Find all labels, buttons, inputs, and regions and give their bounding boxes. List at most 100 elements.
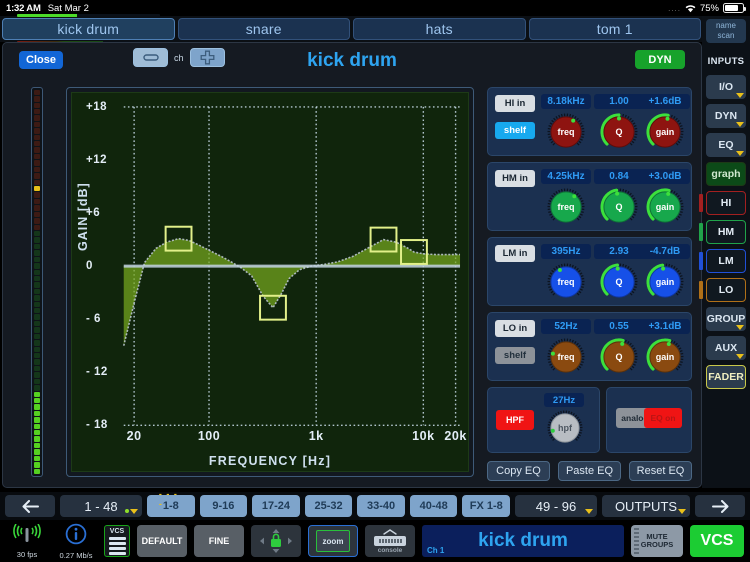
paste-eq-button[interactable]: Paste EQ bbox=[558, 461, 621, 481]
meter-segment bbox=[34, 436, 40, 442]
nav-back-button[interactable] bbox=[5, 495, 55, 517]
zoom-button[interactable]: zoom bbox=[308, 525, 358, 557]
meter-segment bbox=[34, 359, 40, 365]
bank-button-40-48[interactable]: 40-48 bbox=[409, 495, 458, 517]
sidebar-item-lo[interactable]: LO bbox=[706, 278, 746, 302]
sidebar-item-eq[interactable]: EQ bbox=[706, 133, 746, 157]
band-hi-gain-knob[interactable]: gain bbox=[645, 112, 685, 152]
band-lm-q-knob[interactable]: Q bbox=[599, 262, 639, 302]
sidebar-item-i-o[interactable]: I/O bbox=[706, 75, 746, 99]
band-lm-gain-knob-label: gain bbox=[655, 277, 675, 287]
hpf-button[interactable]: HPF bbox=[496, 410, 534, 430]
default-button[interactable]: DEFAULT bbox=[137, 525, 187, 557]
meter-segment bbox=[34, 462, 40, 468]
band-shelf-button-lo[interactable]: shelf bbox=[495, 347, 535, 364]
sidebar-item-dyn[interactable]: DYN bbox=[706, 104, 746, 128]
band-hm-freq-knob[interactable]: freq bbox=[546, 187, 586, 227]
sidebar-row: FADER bbox=[706, 365, 746, 389]
graph-y-tick: +12 bbox=[86, 153, 108, 166]
range-1-48-button[interactable]: 1 - 48 bbox=[60, 495, 142, 517]
eq-graph[interactable]: GAIN [dB] +18 +12 +6 0- 6- 12- 18 20 100 1k 10… bbox=[71, 92, 469, 472]
copy-eq-button[interactable]: Copy EQ bbox=[487, 461, 550, 481]
band-hm-gain-knob[interactable]: gain bbox=[645, 187, 685, 227]
range-49-96-button[interactable]: 49 - 96 bbox=[515, 495, 597, 517]
sidebar-band-marker bbox=[699, 194, 703, 212]
sidebar-band-marker bbox=[699, 223, 703, 241]
band-in-button-hi[interactable]: HI in bbox=[495, 95, 535, 112]
reset-eq-button[interactable]: Reset EQ bbox=[629, 461, 692, 481]
keyboard-icon bbox=[374, 535, 406, 546]
band-hm-q-knob[interactable]: Q bbox=[599, 187, 639, 227]
bank-button-33-40[interactable]: 33-40 bbox=[357, 495, 405, 517]
selected-channel-display[interactable]: Ch 1 kick drum bbox=[422, 525, 624, 557]
bank-button-25-32[interactable]: 25-32 bbox=[304, 495, 353, 517]
analog-eqon-box: analog EQ on bbox=[606, 387, 692, 453]
channel-tab-hats[interactable]: hats bbox=[353, 18, 526, 40]
sidebar-name-scan-line1: name bbox=[715, 21, 736, 30]
band-lo-q-value: 0.55 bbox=[594, 319, 644, 334]
graph-y-tick: - 18 bbox=[86, 419, 108, 432]
meter-segment bbox=[34, 449, 40, 455]
fps-label: 30 fps bbox=[16, 549, 38, 559]
channel-tab-tom-1[interactable]: tom 1 bbox=[528, 18, 701, 40]
band-lo-gain-knob[interactable]: gain bbox=[645, 337, 685, 377]
eq-band-column: HI in shelf 8.18kHz freq 1.00 Q +1.6dB gai… bbox=[487, 87, 692, 481]
arrow-left-icon bbox=[22, 499, 39, 513]
sidebar-item-group[interactable]: GROUP bbox=[706, 307, 746, 331]
info-status[interactable]: 0.27 Mb/s bbox=[55, 523, 97, 560]
band-shelf-button-hi[interactable]: shelf bbox=[495, 122, 535, 139]
nav-forward-button[interactable] bbox=[695, 495, 745, 517]
fine-button[interactable]: FINE bbox=[194, 525, 244, 557]
dyn-button[interactable]: DYN bbox=[635, 50, 685, 69]
meter-segment bbox=[34, 256, 40, 263]
mute-groups-button[interactable]: MUTE GROUPS bbox=[631, 525, 683, 557]
channel-tab-strip: kick drum snare hats tom 1 name scan bbox=[0, 14, 750, 44]
band-hi-freq-knob[interactable]: freq bbox=[546, 112, 586, 152]
meter-segment bbox=[34, 186, 40, 192]
vcs-list-icon[interactable]: VCS bbox=[104, 525, 130, 557]
bank-button-fx-1-8[interactable]: FX 1-8 bbox=[462, 495, 511, 517]
sidebar-name-scan-button[interactable]: name scan bbox=[706, 19, 746, 43]
console-label: console bbox=[377, 546, 403, 554]
sidebar-item-fader[interactable]: FADER bbox=[706, 365, 746, 389]
meter-segment bbox=[34, 89, 40, 96]
band-lm-gain-knob[interactable]: gain bbox=[645, 262, 685, 302]
signal-status[interactable]: 30 fps bbox=[6, 523, 48, 559]
eq-graph-container[interactable]: GAIN [dB] +18 +12 +6 0- 6- 12- 18 20 100 1k 10… bbox=[66, 87, 474, 477]
band-lo-freq-knob[interactable]: freq bbox=[546, 337, 586, 377]
band-hm-freq-knob-label: freq bbox=[557, 202, 575, 212]
band-in-button-lo[interactable]: LO in bbox=[495, 320, 535, 337]
bank-button-17-24[interactable]: 17-24 bbox=[252, 495, 300, 517]
console-button[interactable]: console bbox=[365, 525, 415, 557]
sidebar-item-lm[interactable]: LM bbox=[706, 249, 746, 273]
bank-button-1-8[interactable]: 1-8- - - - bbox=[147, 489, 195, 517]
meter-segment bbox=[34, 205, 40, 211]
band-lm-freq-knob[interactable]: freq bbox=[546, 262, 586, 302]
band-in-button-lm[interactable]: LM in bbox=[495, 245, 535, 262]
chevron-down-icon bbox=[736, 325, 744, 330]
eq-on-button[interactable]: EQ on bbox=[644, 408, 682, 428]
bank-button-9-16[interactable]: 9-16 bbox=[199, 495, 248, 517]
channel-tab-snare[interactable]: snare bbox=[177, 18, 350, 40]
channel-tab-kick-drum[interactable]: kick drum bbox=[2, 14, 175, 44]
chevron-down-icon bbox=[736, 151, 744, 156]
outputs-button[interactable]: OUTPUTS bbox=[602, 495, 690, 517]
band-in-button-hm[interactable]: HM in bbox=[495, 170, 535, 187]
chevron-down-icon bbox=[736, 354, 744, 359]
meter-segment bbox=[34, 121, 40, 128]
sidebar-item-hm[interactable]: HM bbox=[706, 220, 746, 244]
arrow-right-icon bbox=[711, 499, 728, 513]
sidebar-item-graph[interactable]: graph bbox=[706, 162, 746, 186]
graph-y-tick: +18 bbox=[86, 100, 108, 113]
band-hi-q-knob[interactable]: Q bbox=[599, 112, 639, 152]
sidebar-item-hi[interactable]: HI bbox=[706, 191, 746, 215]
band-lm-gain-value: -4.7dB bbox=[640, 244, 690, 259]
hpf-knob[interactable]: hpf bbox=[546, 409, 584, 447]
band-hm-q-value: 0.84 bbox=[594, 169, 644, 184]
band-lo-q-knob[interactable]: Q bbox=[599, 337, 639, 377]
meter-segment bbox=[34, 385, 40, 391]
sidebar-item-aux[interactable]: AUX bbox=[706, 336, 746, 360]
vcs-button[interactable]: VCS bbox=[690, 525, 744, 557]
pan-lock-button[interactable] bbox=[251, 525, 301, 557]
band-lm-q-knob-label: Q bbox=[615, 277, 623, 287]
